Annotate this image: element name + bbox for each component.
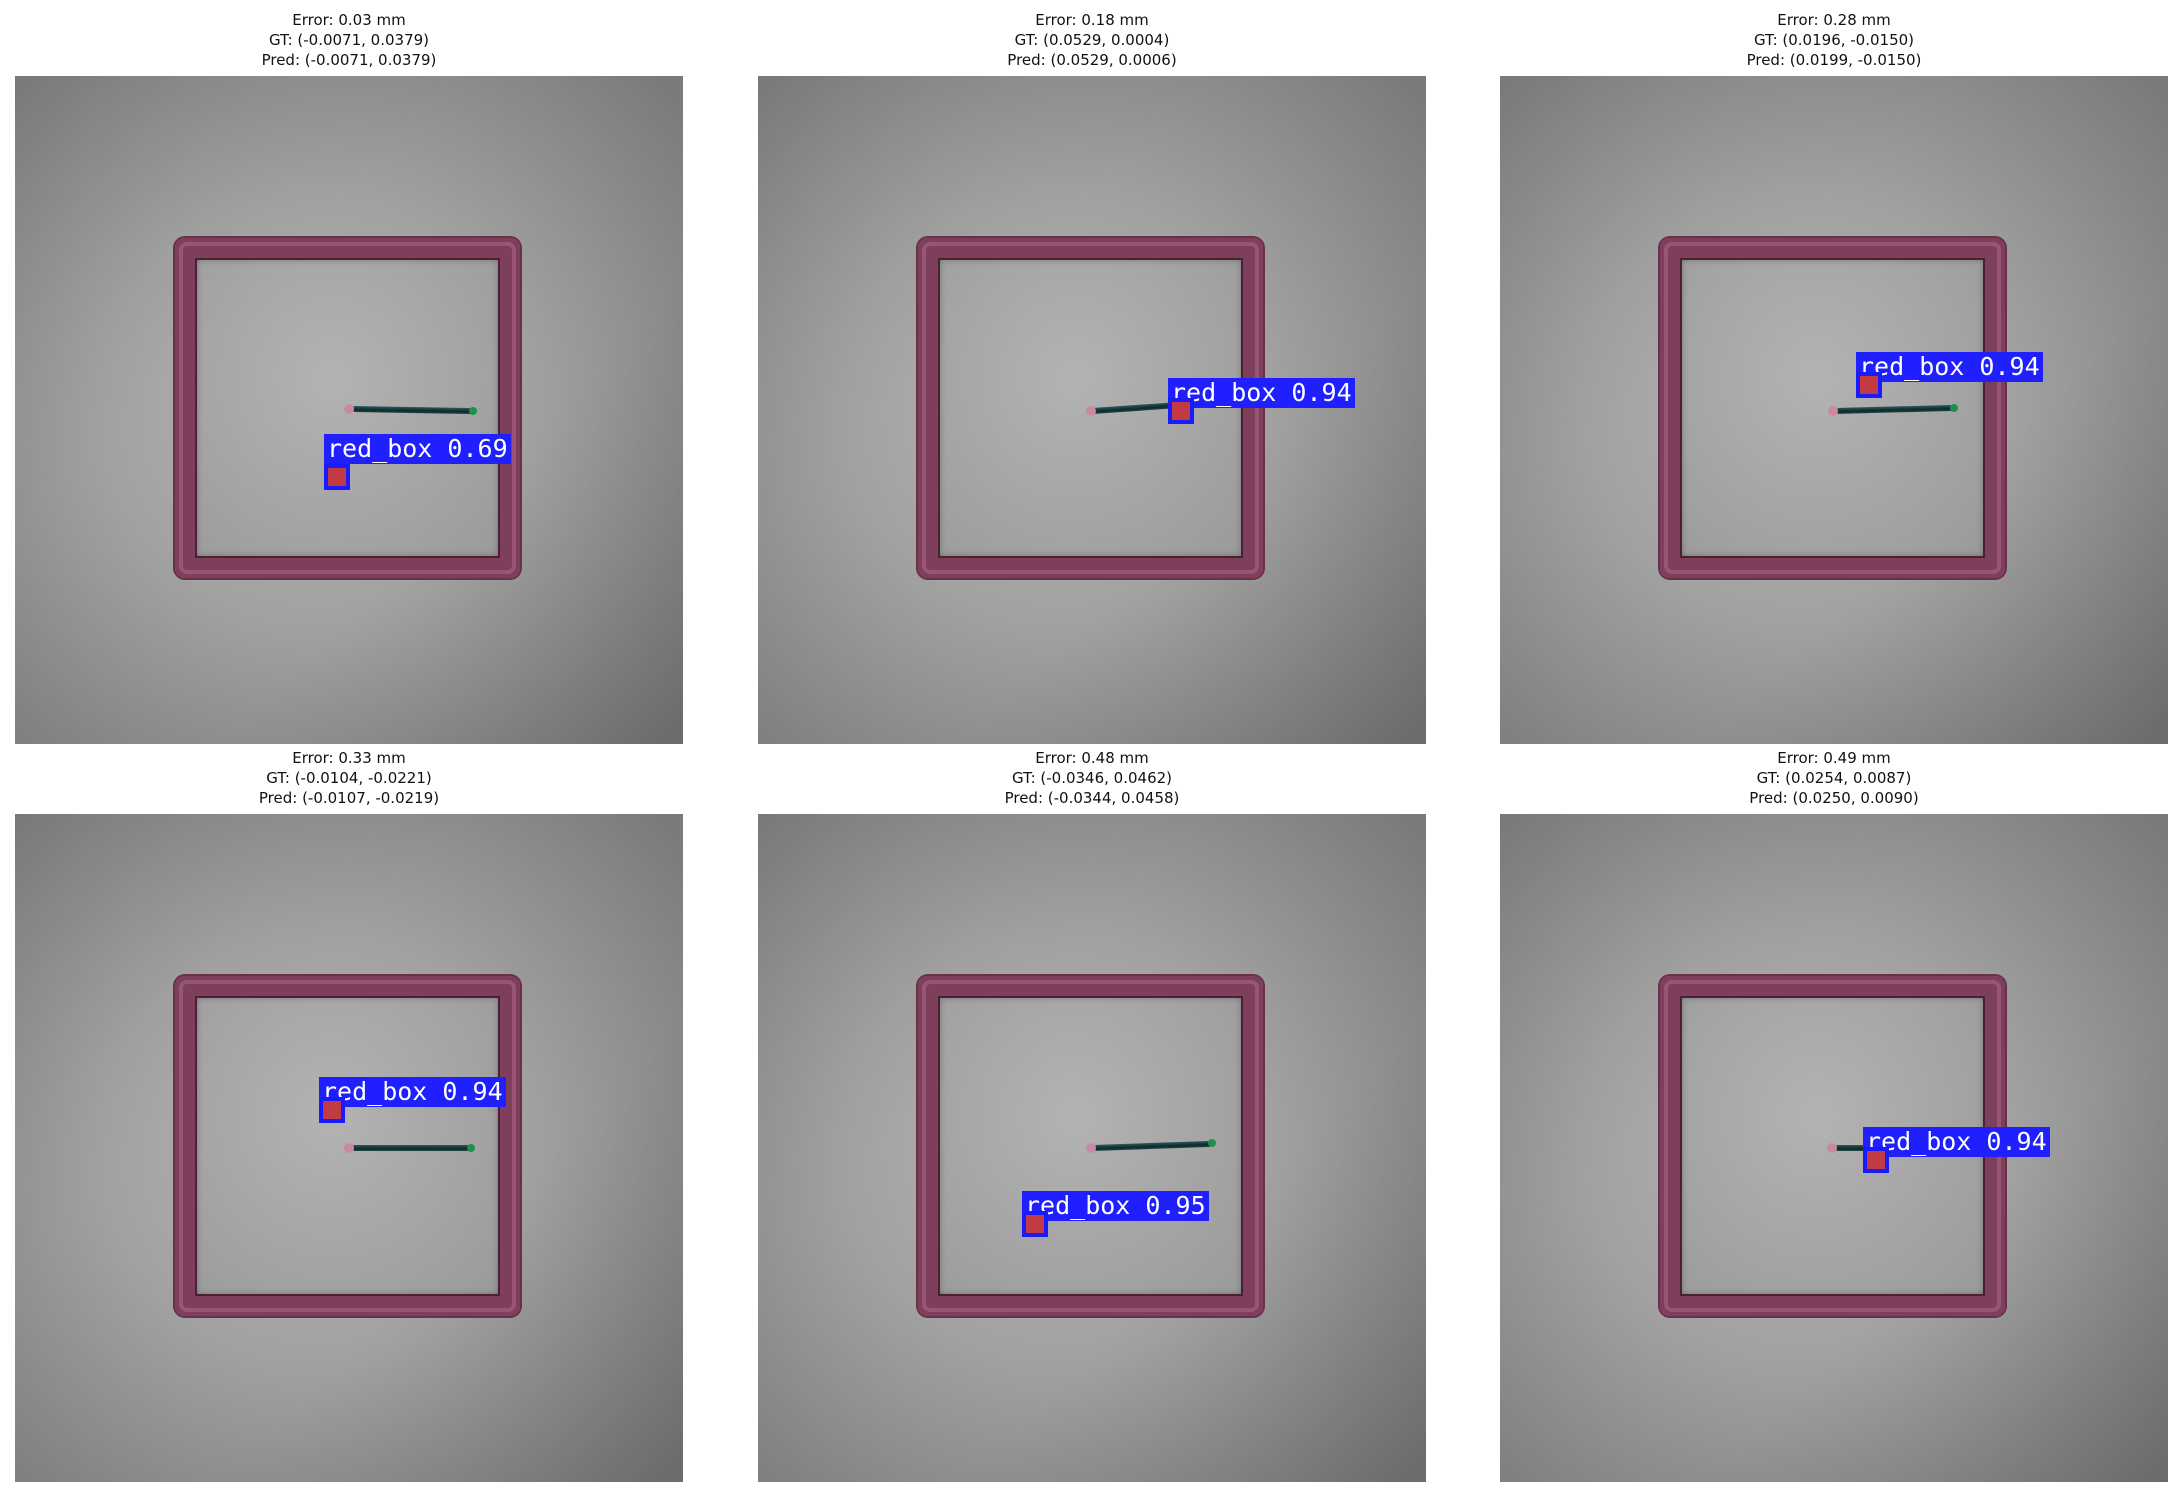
error-text: Error: 0.28 mm	[1777, 11, 1891, 29]
rope	[352, 1145, 470, 1151]
detection-label: red_box 0.94	[1863, 1127, 2050, 1157]
error-text: Error: 0.49 mm	[1777, 749, 1891, 767]
panel-caption: Error: 0.03 mm GT: (-0.0071, 0.0379) Pre…	[15, 10, 683, 70]
rope	[1835, 1145, 1865, 1151]
rope-end-dot	[1208, 1139, 1216, 1147]
pred-text: Pred: (-0.0071, 0.0379)	[261, 51, 437, 69]
gt-text: GT: (-0.0104, -0.0221)	[266, 769, 432, 787]
panel-caption: Error: 0.18 mm GT: (0.0529, 0.0004) Pred…	[758, 10, 1426, 70]
error-text: Error: 0.18 mm	[1035, 11, 1149, 29]
detection-label: red_box 0.95	[1022, 1191, 1209, 1221]
detection-label: red_box 0.94	[1856, 352, 2043, 382]
scene-image: red_box 0.94	[15, 814, 683, 1482]
detection-label: red_box 0.94	[319, 1077, 506, 1107]
pred-text: Pred: (0.0529, 0.0006)	[1007, 51, 1177, 69]
rope-end-dot	[467, 1144, 475, 1152]
pred-text: Pred: (-0.0344, 0.0458)	[1004, 789, 1180, 807]
gt-text: GT: (-0.0346, 0.0462)	[1011, 769, 1173, 787]
pred-text: Pred: (0.0250, 0.0090)	[1749, 789, 1919, 807]
rope-start-dot	[1086, 1143, 1096, 1153]
pred-text: Pred: (-0.0107, -0.0219)	[258, 789, 440, 807]
detection-box	[1022, 1211, 1048, 1237]
detection-label: red_box 0.69	[324, 434, 511, 464]
pred-text: Pred: (0.0199, -0.0150)	[1746, 51, 1922, 69]
rope-start-dot	[344, 404, 354, 414]
gt-text: GT: (0.0196, -0.0150)	[1753, 31, 1915, 49]
detection-box	[1856, 372, 1882, 398]
detection-box	[319, 1097, 345, 1123]
detection-box	[1168, 398, 1194, 424]
rope-start-dot	[1828, 406, 1838, 416]
detection-box	[324, 464, 350, 490]
detection-label: red_box 0.94	[1168, 378, 1355, 408]
detection-box	[1863, 1147, 1889, 1173]
rope-start-dot	[1086, 406, 1096, 416]
scene-image: red_box 0.94	[758, 76, 1426, 744]
gt-text: GT: (-0.0071, 0.0379)	[268, 31, 430, 49]
rope-end-dot	[1950, 404, 1958, 412]
rope-start-dot	[344, 1143, 354, 1153]
scene-image: red_box 0.94	[1500, 76, 2168, 744]
error-text: Error: 0.03 mm	[292, 11, 406, 29]
panel-caption: Error: 0.48 mm GT: (-0.0346, 0.0462) Pre…	[758, 748, 1426, 808]
error-text: Error: 0.33 mm	[292, 749, 406, 767]
scene-image: red_box 0.69	[15, 76, 683, 744]
panel-caption: Error: 0.33 mm GT: (-0.0104, -0.0221) Pr…	[15, 748, 683, 808]
gt-text: GT: (0.0254, 0.0087)	[1756, 769, 1912, 787]
scene-image: red_box 0.94	[1500, 814, 2168, 1482]
gt-text: GT: (0.0529, 0.0004)	[1014, 31, 1170, 49]
error-text: Error: 0.48 mm	[1035, 749, 1149, 767]
panel-caption: Error: 0.28 mm GT: (0.0196, -0.0150) Pre…	[1500, 10, 2168, 70]
scene-image: red_box 0.95	[758, 814, 1426, 1482]
rope-start-dot	[1827, 1143, 1837, 1153]
rope-end-dot	[469, 407, 477, 415]
panel-caption: Error: 0.49 mm GT: (0.0254, 0.0087) Pred…	[1500, 748, 2168, 808]
